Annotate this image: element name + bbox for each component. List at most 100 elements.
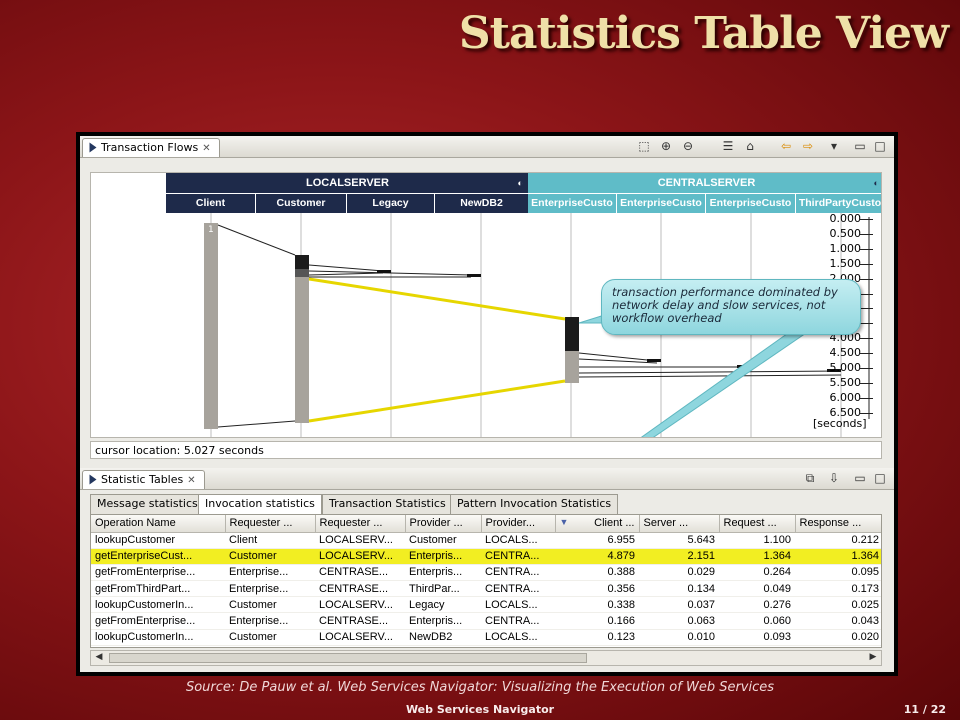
time-tick-mark (859, 338, 873, 340)
time-tick-mark (859, 233, 873, 235)
table-cell: 4.879 (555, 548, 639, 565)
table-cell: 0.043 (795, 612, 881, 630)
transaction-flows-header: Transaction Flows ✕ ⬚ ⊕ ⊖ ☰ ⌂ ⇦ ⇨ ▾ ▭ □ (80, 136, 894, 158)
transaction-flows-title: Transaction Flows (101, 141, 199, 154)
table-cell: getFromEnterprise... (91, 564, 225, 582)
statistic-tables-header: Statistic Tables ✕ ⧉ ⇩ ▭ □ (80, 468, 894, 490)
footer-title: Web Services Navigator (405, 703, 555, 716)
column-header-label: Client ... (594, 517, 635, 530)
table-cell: Enterpris... (405, 564, 481, 582)
table-cell: Enterprise... (225, 564, 315, 582)
export-icon[interactable]: ⧉ (802, 471, 818, 486)
table-row[interactable]: getEnterpriseCust... Customer LOCALSERV...… (91, 548, 881, 565)
time-tick-mark (859, 323, 873, 325)
table-cell: 0.037 (639, 596, 719, 614)
time-tick-mark (859, 382, 873, 384)
maximize-icon[interactable]: □ (872, 139, 888, 153)
view-menu-icon (89, 142, 97, 153)
time-tick-mark (859, 219, 873, 220)
table-cell: CENTRASE... (315, 580, 405, 598)
table-cell: Customer (405, 532, 481, 549)
time-unit: [seconds] (813, 417, 867, 430)
time-tick-mark (859, 397, 873, 399)
table-cell: getFromEnterprise... (91, 612, 225, 630)
zoom-out-icon[interactable]: ⊖ (680, 139, 696, 153)
table-cell: Client (225, 532, 315, 549)
table-cell: Enterprise... (225, 580, 315, 598)
column-header[interactable]: Requester ... (315, 515, 406, 533)
filter-icon[interactable]: ⇩ (826, 471, 842, 485)
close-icon[interactable]: ✕ (187, 475, 195, 486)
table-cell: lookupCustomerIn... (91, 629, 225, 646)
table-cell: 0.060 (719, 612, 795, 630)
column-header-sorted[interactable]: ▼ Client ... (555, 515, 640, 533)
forward-arrow-icon[interactable]: ⇨ (800, 139, 816, 153)
close-icon[interactable]: ✕ (202, 143, 210, 154)
select-icon[interactable]: ⬚ (636, 139, 652, 153)
column-header[interactable]: Server ... (639, 515, 720, 533)
cursor-location: cursor location: 5.027 seconds (90, 441, 882, 459)
table-cell: 0.388 (555, 564, 639, 582)
source-citation: Source: De Pauw et al. Web Services Navi… (185, 680, 775, 695)
table-row[interactable]: lookupCustomerIn... Customer LOCALSERV... N… (91, 629, 881, 646)
minimize-icon[interactable]: ▭ (852, 139, 868, 153)
table-row[interactable]: getFromEnterprise... Enterprise... CENTRAS… (91, 612, 881, 630)
table-cell: 0.123 (555, 629, 639, 646)
zoom-in-icon[interactable]: ⊕ (658, 139, 674, 153)
table-cell: 0.212 (795, 532, 881, 549)
time-tick-label: 5.500 (829, 375, 862, 389)
table-row[interactable]: getFromThirdPart... Enterprise... CENTRASE… (91, 580, 881, 598)
time-tick-label: 1.500 (829, 256, 862, 270)
table-cell: CENTRA... (481, 612, 555, 630)
column-header[interactable]: Requester ... (225, 515, 316, 533)
scrollbar-thumb[interactable] (109, 653, 587, 663)
minimize-icon[interactable]: ▭ (852, 471, 868, 485)
table-cell: 0.276 (719, 596, 795, 614)
horizontal-scrollbar[interactable]: ◀ ▶ (90, 650, 882, 666)
time-tick-mark (859, 368, 873, 369)
table-row[interactable]: lookupCustomerIn... Customer LOCALSERV... L… (91, 596, 881, 614)
home-icon[interactable]: ⌂ (742, 139, 758, 153)
table-cell: 0.166 (555, 612, 639, 630)
column-header[interactable]: Operation Name (91, 515, 226, 533)
table-row[interactable]: getFromEnterprise... Enterprise... CENTRAS… (91, 564, 881, 582)
table-cell: Enterpris... (405, 548, 481, 565)
menu-down-icon[interactable]: ▾ (826, 139, 842, 153)
transaction-flows-tab[interactable]: Transaction Flows ✕ (82, 138, 220, 157)
table-cell: Enterprise... (225, 612, 315, 630)
column-header[interactable]: Provider ... (405, 515, 482, 533)
column-header[interactable]: Provider... (481, 515, 556, 533)
table-cell: Customer (225, 629, 315, 646)
table-cell: LOCALSERV... (315, 532, 405, 549)
back-arrow-icon[interactable]: ⇦ (778, 139, 794, 153)
table-cell: ThirdPar... (405, 580, 481, 598)
invocation-statistics-table[interactable]: Operation Name Requester ... Requester .… (90, 514, 882, 648)
table-cell: 0.020 (795, 629, 881, 646)
transaction-flow-diagram[interactable]: LOCALSERVER ◐ CENTRALSERVER ◐ Client Cus… (90, 172, 882, 438)
maximize-icon[interactable]: □ (872, 471, 888, 485)
list-icon[interactable]: ☰ (720, 139, 736, 153)
annotation-callout: transaction performance dominated by net… (601, 279, 861, 335)
table-cell: 0.338 (555, 596, 639, 614)
time-tick-mark (859, 293, 873, 295)
tab-transaction-statistics[interactable]: Transaction Statistics (322, 494, 453, 514)
tab-message-statistics[interactable]: Message statistics (90, 494, 205, 514)
tab-invocation-statistics[interactable]: Invocation statistics (198, 494, 322, 515)
time-tick-label: 0.000 (829, 212, 862, 225)
table-cell: 6.955 (555, 532, 639, 549)
time-tick-mark (859, 278, 873, 280)
tab-pattern-invocation-statistics[interactable]: Pattern Invocation Statistics (450, 494, 619, 514)
column-header[interactable]: Request ... (719, 515, 796, 533)
scroll-left-icon[interactable]: ◀ (92, 652, 106, 662)
table-cell: CENTRASE... (315, 564, 405, 582)
table-cell: 1.364 (795, 548, 881, 565)
column-header[interactable]: Response ... (795, 515, 881, 533)
table-cell: lookupCustomerIn... (91, 596, 225, 614)
statistic-tables-tab[interactable]: Statistic Tables ✕ (82, 470, 205, 489)
scroll-right-icon[interactable]: ▶ (866, 652, 880, 662)
table-row[interactable]: lookupCustomer Client LOCALSERV... Customer… (91, 532, 881, 549)
table-cell: CENTRA... (481, 564, 555, 582)
time-tick-label: 4.500 (829, 346, 862, 360)
table-cell: CENTRASE... (315, 612, 405, 630)
screenshot-frame: Transaction Flows ✕ ⬚ ⊕ ⊖ ☰ ⌂ ⇦ ⇨ ▾ ▭ □ L… (76, 132, 898, 676)
